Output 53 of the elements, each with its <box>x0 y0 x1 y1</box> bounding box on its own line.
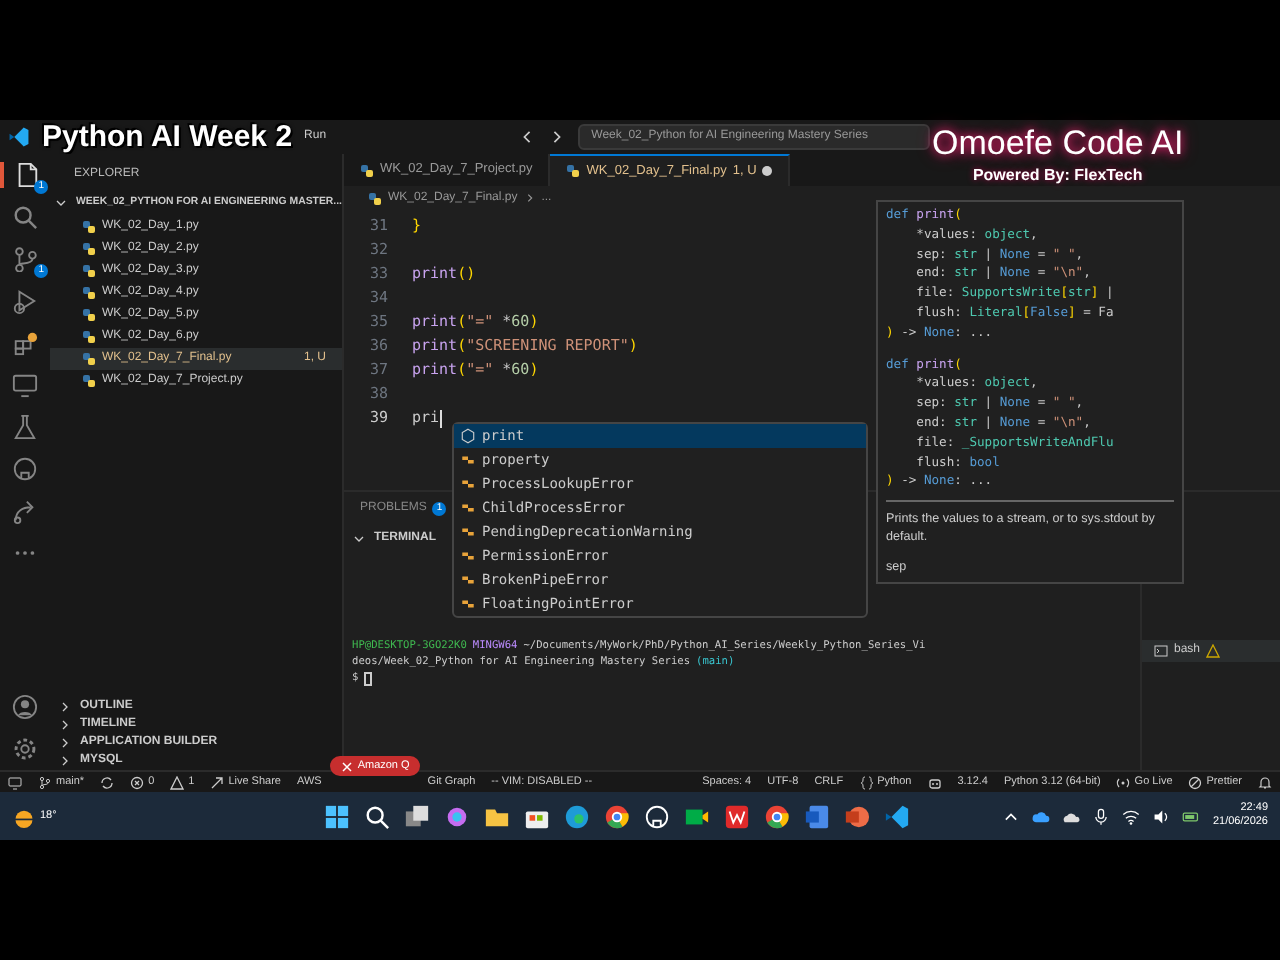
close-icon <box>339 759 354 773</box>
document-icon[interactable] <box>804 803 831 829</box>
vscode-logo-icon <box>8 126 30 148</box>
class-symbol-icon <box>460 572 476 588</box>
warning-icon <box>1206 644 1221 658</box>
search-icon[interactable] <box>364 803 391 829</box>
class-symbol-icon <box>460 524 476 540</box>
extensions-icon[interactable] <box>12 330 38 356</box>
globe-icon[interactable] <box>564 803 591 829</box>
browser-ball-icon[interactable] <box>604 803 631 829</box>
branch-icon <box>38 775 52 789</box>
braces-icon <box>859 775 874 789</box>
windows-logo-icon[interactable] <box>324 803 351 829</box>
monitor-icon[interactable] <box>8 775 22 789</box>
settings-icon[interactable] <box>12 736 38 762</box>
w-letter-tile-icon[interactable] <box>724 803 751 829</box>
files-icon[interactable] <box>14 162 40 188</box>
class-symbol-icon <box>460 500 476 516</box>
monitor-icon[interactable] <box>12 372 38 398</box>
class-symbol-icon <box>460 452 476 468</box>
robot-icon[interactable] <box>927 775 942 789</box>
bell-icon[interactable] <box>1258 775 1272 789</box>
share-arrow-icon[interactable] <box>12 498 38 524</box>
terminal-cursor <box>364 672 373 686</box>
flask-icon[interactable] <box>12 414 38 440</box>
slides-icon[interactable] <box>844 803 871 829</box>
brand-title: Omoefe Code AI <box>932 124 1184 164</box>
class-symbol-icon <box>460 548 476 564</box>
terminal-icon <box>1154 644 1168 658</box>
overlay-title: Python AI Week 2 <box>42 122 293 152</box>
chevron-down-icon <box>54 196 68 211</box>
microphone-icon[interactable] <box>1092 807 1111 825</box>
chevron-down-icon[interactable] <box>352 532 366 546</box>
speaker-icon[interactable] <box>1152 807 1171 825</box>
source-control-icon[interactable] <box>12 246 38 272</box>
browser-ball-icon[interactable] <box>764 803 791 829</box>
class-symbol-icon <box>460 476 476 492</box>
broadcast-icon <box>1116 775 1131 789</box>
battery-icon[interactable] <box>1182 807 1201 825</box>
python-file-icon <box>566 164 581 178</box>
account-icon[interactable] <box>12 694 38 720</box>
brand-subtitle: Powered By: FlexTech <box>970 164 1145 188</box>
warning-icon <box>170 775 185 789</box>
sync-icon[interactable] <box>100 775 115 789</box>
wifi-icon[interactable] <box>1122 807 1141 825</box>
run-debug-icon[interactable] <box>12 288 38 314</box>
arrow-out-icon <box>210 775 225 789</box>
vscode-logo-icon[interactable] <box>884 803 911 829</box>
no-entry-icon <box>1188 775 1203 789</box>
error-icon <box>130 775 145 789</box>
class-symbol-icon <box>460 596 476 612</box>
task-view-icon[interactable] <box>404 803 431 829</box>
cube-icon <box>460 428 476 444</box>
